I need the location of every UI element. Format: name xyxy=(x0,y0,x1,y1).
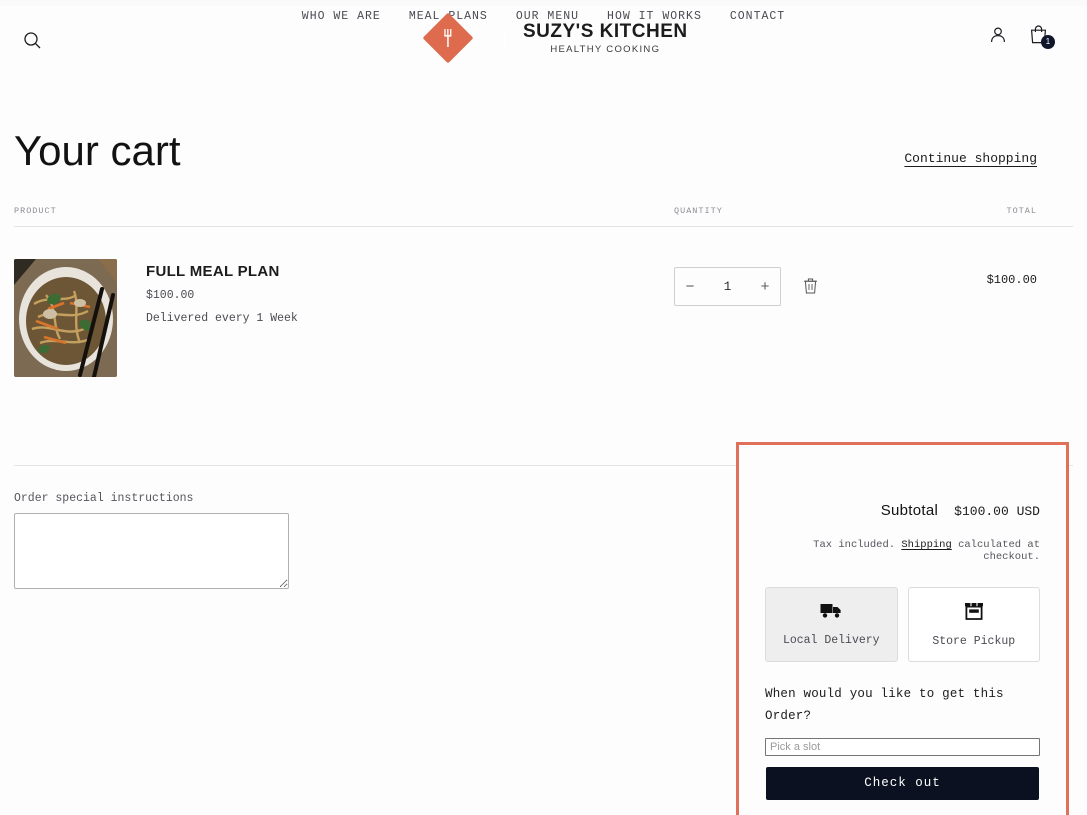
subtotal-label: Subtotal xyxy=(880,502,939,519)
cart-header: Your cart Continue shopping xyxy=(14,130,1073,172)
page-title: Your cart xyxy=(14,127,181,174)
header-actions: 1 xyxy=(988,24,1055,49)
column-header-product: PRODUCT xyxy=(14,206,57,216)
site-header: SUZY'S KITCHEN HEALTHY COOKING 1 WHO WE … xyxy=(0,6,1087,68)
product-subscription-note: Delivered every 1 Week xyxy=(146,312,298,325)
cart-column-headers: PRODUCT QUANTITY TOTAL xyxy=(14,206,1073,227)
subtotal-row: Subtotal $100.00 USD xyxy=(765,502,1040,519)
fulfillment-method-group: Local Delivery Store Pickup xyxy=(765,587,1040,662)
instructions-textarea[interactable] xyxy=(14,513,289,589)
local-delivery-label: Local Delivery xyxy=(782,634,880,647)
subtotal-value: $100.00 USD xyxy=(954,504,1040,519)
column-header-total: TOTAL xyxy=(1006,206,1037,216)
checkout-button[interactable]: Check out xyxy=(766,766,1039,800)
order-summary-panel: Subtotal $100.00 USD Tax included. Shipp… xyxy=(736,442,1069,815)
pick-a-slot-input[interactable] xyxy=(765,737,1040,756)
continue-shopping-link[interactable]: Continue shopping xyxy=(904,151,1037,166)
delivery-truck-icon xyxy=(820,602,843,623)
product-info: FULL MEAL PLAN $100.00 Delivered every 1… xyxy=(146,259,298,377)
store-pickup-label: Store Pickup xyxy=(932,634,1016,648)
store-pickup-button[interactable]: Store Pickup xyxy=(907,587,1040,662)
logo-text: SUZY'S KITCHEN HEALTHY COOKING xyxy=(523,22,688,55)
slot-question-label: When would you like to get this Order? xyxy=(765,687,1004,723)
quantity-cell: − + xyxy=(674,259,944,306)
tax-shipping-note: Tax included. Shipping calculated at che… xyxy=(765,539,1040,563)
shopping-bag-icon[interactable]: 1 xyxy=(1028,24,1055,49)
product-name[interactable]: FULL MEAL PLAN xyxy=(146,263,298,280)
shipping-policy-link[interactable]: Shipping xyxy=(901,539,951,551)
trash-icon[interactable] xyxy=(801,275,820,299)
tax-note-after: calculated at checkout. xyxy=(951,539,1040,563)
local-delivery-button[interactable]: Local Delivery xyxy=(765,587,898,662)
nav-item-contact[interactable]: CONTACT xyxy=(728,6,787,27)
product-cell: FULL MEAL PLAN $100.00 Delivered every 1… xyxy=(14,259,674,377)
quantity-stepper: − + xyxy=(674,267,781,306)
spoon-icon xyxy=(458,20,494,56)
line-total: $100.00 xyxy=(986,273,1037,287)
account-icon[interactable] xyxy=(988,25,1008,45)
logo-title: SUZY'S KITCHEN xyxy=(523,20,688,42)
quantity-input[interactable] xyxy=(710,278,745,295)
tax-note-before: Tax included. xyxy=(813,539,902,551)
nav-item-who-we-are[interactable]: WHO WE ARE xyxy=(300,6,383,27)
table-row: FULL MEAL PLAN $100.00 Delivered every 1… xyxy=(14,227,1073,377)
product-thumbnail[interactable] xyxy=(14,259,117,377)
site-logo[interactable]: SUZY'S KITCHEN HEALTHY COOKING xyxy=(422,12,688,64)
cart-count-badge: 1 xyxy=(1041,35,1055,49)
cart-page: SUZY'S KITCHEN HEALTHY COOKING 1 WHO WE … xyxy=(0,6,1087,815)
search-icon[interactable] xyxy=(18,26,46,54)
logo-marks xyxy=(422,12,514,64)
column-header-quantity: QUANTITY xyxy=(674,206,723,216)
store-icon xyxy=(964,602,984,624)
product-price: $100.00 xyxy=(146,289,195,302)
logo-subtitle: HEALTHY COOKING xyxy=(550,43,661,55)
quantity-decrease-button[interactable]: − xyxy=(675,268,705,305)
quantity-increase-button[interactable]: + xyxy=(750,268,780,305)
